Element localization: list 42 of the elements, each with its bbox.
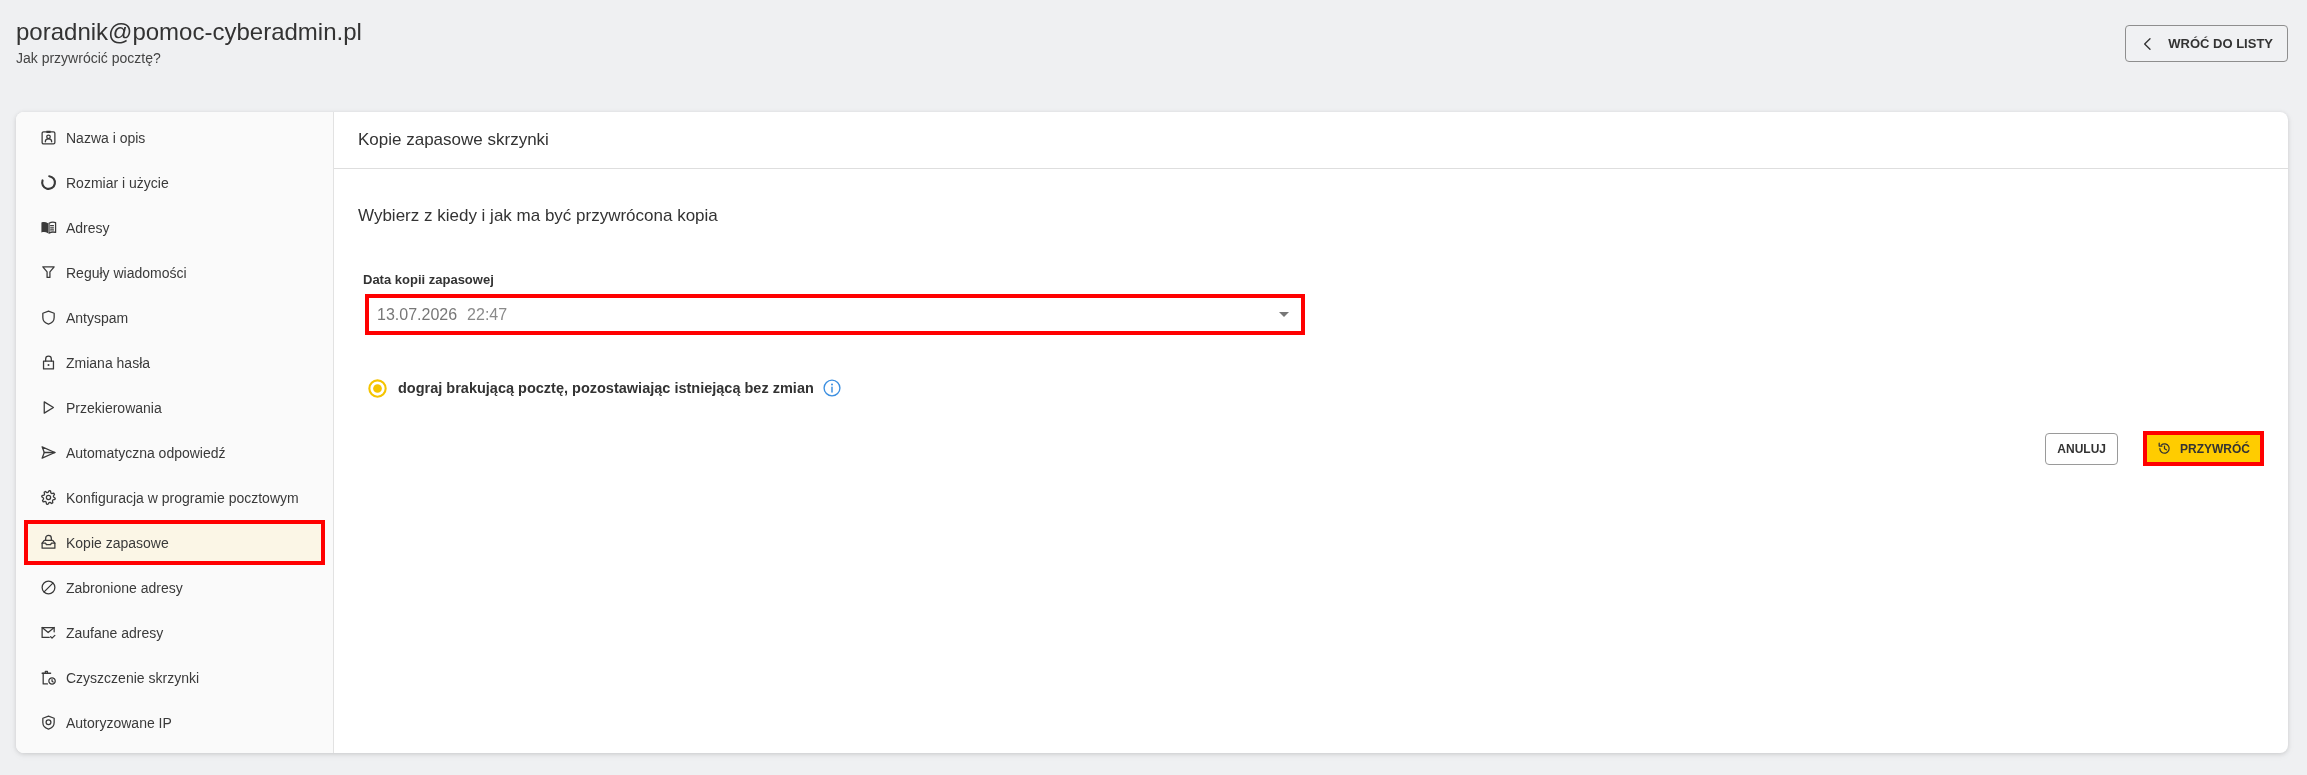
block-icon [40, 579, 57, 596]
envelope-check-icon [40, 624, 57, 641]
sidebar-item[interactable]: Zmiana hasła [24, 340, 325, 385]
id-badge-icon [40, 129, 57, 146]
shield-icon [40, 309, 57, 326]
info-icon[interactable] [822, 379, 841, 397]
sidebar-item[interactable]: Adresy [24, 205, 325, 250]
sidebar-item[interactable]: Czyszczenie skrzynki [24, 655, 325, 700]
cancel-button[interactable]: ANULUJ [2045, 432, 2118, 465]
field-label: Data kopii zapasowej [363, 272, 494, 288]
panel-title: Kopie zapasowe skrzynki [358, 130, 549, 150]
sidebar-item[interactable]: Zabronione adresy [24, 565, 325, 610]
instruction-text: Wybierz z kiedy i jak ma być przywrócona kopia [358, 205, 718, 227]
sidebar-item[interactable]: Kopie zapasowe [24, 520, 325, 565]
sidebar-item[interactable]: Automatyczna odpowiedź [24, 430, 325, 475]
time-value: 22:47 [467, 305, 508, 324]
sidebar-item[interactable]: Reguły wiadomości [24, 250, 325, 295]
sidebar-item[interactable]: Przekierowania [24, 385, 325, 430]
sidebar-item[interactable]: Autoryzowane IP [24, 700, 325, 745]
radio-option[interactable]: dograj brakującą pocztę, pozostawiając istniejącą bez zmian [368, 378, 814, 398]
settings-icon [40, 489, 57, 506]
shield-badge-icon [40, 714, 57, 731]
inbox-icon [40, 534, 57, 551]
book-icon [40, 219, 57, 236]
filter-icon [40, 264, 57, 281]
ring-chart-icon [40, 174, 57, 191]
sidebar-item[interactable]: Konfiguracja w programie pocztowym [24, 475, 325, 520]
sidebar-item[interactable]: Rozmiar i użycie [24, 160, 325, 205]
history-icon [2157, 441, 2172, 456]
sidebar-item[interactable]: Zaufane adresy [24, 610, 325, 655]
back-button[interactable]: WRÓĆ DO LISTY [2125, 25, 2288, 62]
page-subtitle: Jak przywrócić pocztę? [16, 49, 162, 68]
date-value: 13.07.2026 [377, 305, 458, 324]
date-select[interactable]: 13.07.2026 22:47 [365, 294, 1305, 335]
sidebar-item[interactable]: Antyspam [24, 295, 325, 340]
padlock-icon [40, 354, 57, 371]
sidebar-item[interactable]: Nazwa i opis [24, 115, 325, 160]
caret-icon [1279, 312, 1289, 317]
restore-button[interactable]: PRZYWRÓĆ [2143, 431, 2264, 466]
trash-clock-icon [40, 669, 57, 686]
account-title: poradnik@pomoc-cyberadmin.pl [16, 17, 362, 47]
send-icon [40, 444, 57, 461]
